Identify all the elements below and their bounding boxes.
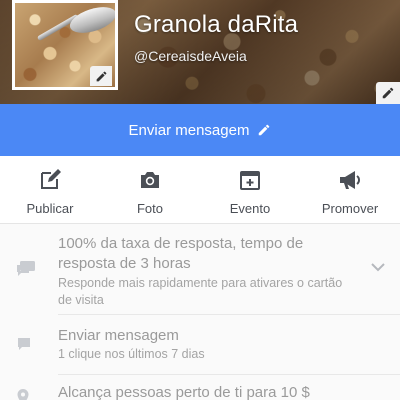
- send-message-cta-button[interactable]: Enviar mensagem: [0, 104, 400, 156]
- photo-label: Foto: [136, 201, 163, 216]
- promote-label: Promover: [321, 201, 379, 216]
- divider: [58, 314, 400, 315]
- chevron-down-icon[interactable]: [370, 262, 386, 272]
- message-clicks-row[interactable]: Enviar mensagem 1 clique nos últimos 7 d…: [0, 316, 400, 368]
- event-button[interactable]: Evento: [200, 156, 300, 223]
- pencil-icon: [96, 71, 106, 81]
- page-insights-list: 100% da taxa de resposta, tempo de respo…: [0, 224, 400, 400]
- chat-icon: [17, 261, 35, 276]
- message-clicks-title: Enviar mensagem: [58, 327, 179, 344]
- edit-cover-button[interactable]: [376, 82, 400, 104]
- page-name: Granola daRita: [134, 11, 299, 38]
- cta-label: Enviar mensagem: [128, 121, 250, 139]
- edit-square-icon: [41, 169, 61, 189]
- camera-icon: [141, 172, 159, 188]
- spoon-decoration: [66, 3, 115, 38]
- megaphone-icon: [340, 171, 360, 189]
- pencil-icon: [382, 87, 394, 99]
- divider: [58, 374, 400, 375]
- location-pin-icon: [17, 389, 29, 400]
- response-rate-row[interactable]: 100% da taxa de resposta, tempo de respo…: [0, 224, 400, 310]
- publish-label: Publicar: [26, 201, 74, 216]
- event-label: Evento: [229, 201, 271, 216]
- publish-button[interactable]: Publicar: [0, 156, 100, 223]
- message-icon: [18, 338, 30, 350]
- message-clicks-subtitle: 1 clique nos últimos 7 dias: [58, 347, 205, 361]
- photo-button[interactable]: Foto: [100, 156, 200, 223]
- promote-button[interactable]: Promover: [300, 156, 400, 223]
- calendar-add-icon: [240, 171, 260, 190]
- promote-nearby-row[interactable]: Alcança pessoas perto de ti para 10 $: [0, 376, 400, 400]
- page-actions-bar: Publicar Foto Evento Promover: [0, 156, 400, 224]
- page-handle: @CereaisdeAveia: [134, 48, 247, 64]
- pencil-icon: [259, 124, 270, 136]
- response-rate-title: 100% da taxa de resposta, tempo de respo…: [58, 235, 304, 272]
- promote-nearby-title: Alcança pessoas perto de ti para 10 $: [58, 384, 310, 400]
- response-rate-subtitle: Responde mais rapidamente para ativares …: [58, 276, 343, 307]
- edit-profile-picture-button[interactable]: [90, 66, 112, 86]
